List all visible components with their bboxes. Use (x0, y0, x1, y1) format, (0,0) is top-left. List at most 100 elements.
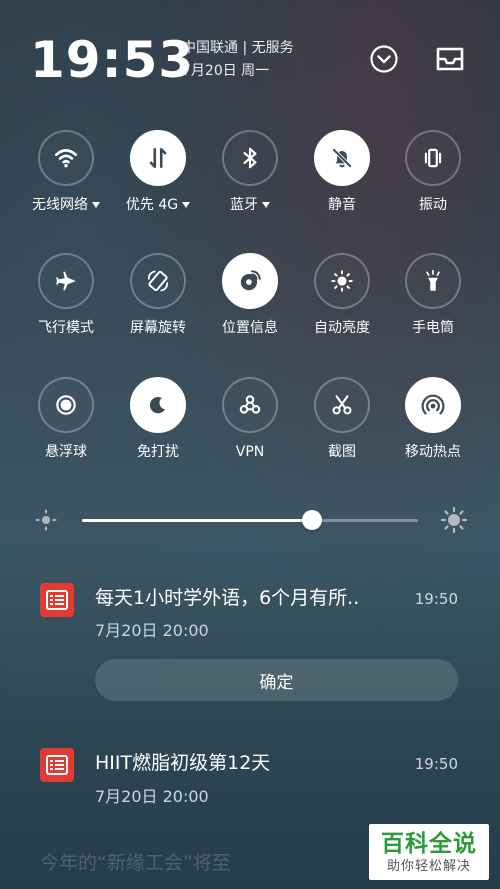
calendar-list-icon (40, 748, 74, 782)
tile-label-row: 优先 4G (125, 196, 191, 214)
tile-label: 位置信息 (222, 320, 278, 336)
tile-toggle[interactable] (222, 130, 278, 186)
tile-hotspot[interactable]: 移动热点 (387, 377, 479, 477)
tile-label-row: 免打扰 (137, 443, 179, 461)
confirm-button[interactable]: 确定 (95, 659, 458, 701)
tile-toggle[interactable] (38, 377, 94, 433)
tile-wifi[interactable]: 无线网络 (20, 130, 112, 230)
tile-label-row: 自动亮度 (314, 319, 370, 337)
tile-auto-brightness[interactable]: 自动亮度 (296, 253, 388, 353)
tile-label-row: 手电筒 (412, 319, 454, 337)
notification-subtitle: 7月20日 20:00 (95, 787, 209, 806)
tile-toggle[interactable] (314, 377, 370, 433)
rotate-screen-icon (145, 268, 171, 294)
tile-label: 优先 4G (125, 197, 179, 213)
tile-label: 手电筒 (412, 320, 454, 336)
tile-toggle[interactable] (405, 253, 461, 309)
tile-moon[interactable]: 免打扰 (112, 377, 204, 477)
chevron-down-circle-icon (370, 45, 398, 73)
tile-label: 移动热点 (405, 444, 461, 460)
auto-brightness-icon (329, 268, 355, 294)
date-text: 7月20日 周一 (182, 63, 270, 79)
brightness-fill (82, 519, 313, 522)
expand-button[interactable] (367, 42, 401, 76)
notification-time: 19:50 (414, 755, 458, 773)
tile-label-row: 无线网络 (32, 196, 100, 214)
tile-toggle[interactable] (222, 253, 278, 309)
caret-down-icon[interactable] (92, 202, 100, 208)
tile-label-row: 悬浮球 (45, 443, 87, 461)
vibrate-icon (420, 145, 446, 171)
tile-location[interactable]: 位置信息 (204, 253, 296, 353)
hotspot-icon (420, 392, 446, 418)
tile-bluetooth[interactable]: 蓝牙 (204, 130, 296, 230)
watermark-subtitle: 助你轻松解决 (386, 858, 471, 874)
brightness-thumb[interactable] (302, 510, 323, 530)
inbox-tray-icon (436, 47, 464, 71)
tile-label: 静音 (328, 197, 356, 213)
tile-label-row: VPN (236, 443, 265, 461)
tile-toggle[interactable] (38, 253, 94, 309)
notification-tray-button[interactable] (433, 42, 467, 76)
tile-label-row: 位置信息 (222, 319, 278, 337)
tile-toggle[interactable] (314, 130, 370, 186)
tile-toggle[interactable] (130, 130, 186, 186)
notification-title: 每天1小时学外语，6个月有所.. (95, 587, 360, 609)
tile-label-row: 飞行模式 (38, 319, 94, 337)
calendar-list-icon (40, 583, 74, 617)
watermark-logo: 百科全说 助你轻松解决 (369, 824, 489, 880)
tile-label: 自动亮度 (314, 320, 370, 336)
tile-label: 无线网络 (32, 197, 88, 213)
clock-time: 19:53 (30, 31, 195, 89)
caret-down-icon[interactable] (182, 202, 191, 208)
tile-bell-off[interactable]: 静音 (296, 130, 388, 230)
tile-label: 屏幕旋转 (130, 320, 186, 336)
carrier-status: 中国联通 | 无服务 (182, 40, 294, 56)
brightness-high-icon (440, 506, 468, 534)
caret-down-icon[interactable] (262, 202, 270, 208)
notification-time: 19:50 (414, 590, 458, 608)
tile-rotate-screen[interactable]: 屏幕旋转 (112, 253, 204, 353)
brightness-low-icon (34, 508, 58, 532)
tile-label: 免打扰 (137, 444, 179, 460)
tile-toggle[interactable] (130, 377, 186, 433)
tile-toggle[interactable] (38, 130, 94, 186)
notification-subtitle: 7月20日 20:00 (95, 621, 209, 640)
tile-flashlight[interactable]: 手电筒 (387, 253, 479, 353)
wifi-icon (53, 145, 79, 171)
float-ball-icon (53, 392, 79, 418)
tile-float-ball[interactable]: 悬浮球 (20, 377, 112, 477)
tile-airplane[interactable]: 飞行模式 (20, 253, 112, 353)
tile-label-row: 静音 (328, 196, 356, 214)
tile-data-arrows[interactable]: 优先 4G (112, 130, 204, 230)
bell-off-icon (329, 145, 355, 171)
tile-label: 蓝牙 (230, 197, 258, 213)
tile-vibrate[interactable]: 振动 (387, 130, 479, 230)
tile-toggle[interactable] (130, 253, 186, 309)
data-arrows-icon (145, 145, 171, 171)
tile-vpn[interactable]: VPN (204, 377, 296, 477)
tile-toggle[interactable] (314, 253, 370, 309)
faded-notification: 今年的“新缘工会”将至 (40, 852, 231, 874)
tile-label-row: 移动热点 (405, 443, 461, 461)
tile-toggle[interactable] (405, 130, 461, 186)
tile-label-row: 振动 (419, 196, 447, 214)
tile-label: 飞行模式 (38, 320, 94, 336)
notification-title: HIIT燃脂初级第12天 (95, 752, 271, 774)
vpn-icon (237, 392, 263, 418)
tile-label: VPN (235, 444, 265, 460)
location-icon (237, 268, 263, 294)
tile-label: 振动 (419, 197, 447, 213)
tile-toggle[interactable] (405, 377, 461, 433)
scissors-icon (329, 392, 355, 418)
brightness-slider[interactable] (82, 510, 418, 530)
moon-icon (145, 392, 171, 418)
tile-label-row: 屏幕旋转 (130, 319, 186, 337)
tile-label: 悬浮球 (45, 444, 87, 460)
watermark-title: 百科全说 (381, 830, 477, 857)
bluetooth-icon (237, 145, 263, 171)
tile-label: 截图 (328, 444, 356, 460)
tile-scissors[interactable]: 截图 (296, 377, 388, 477)
tile-label-row: 蓝牙 (230, 196, 270, 214)
tile-toggle[interactable] (222, 377, 278, 433)
